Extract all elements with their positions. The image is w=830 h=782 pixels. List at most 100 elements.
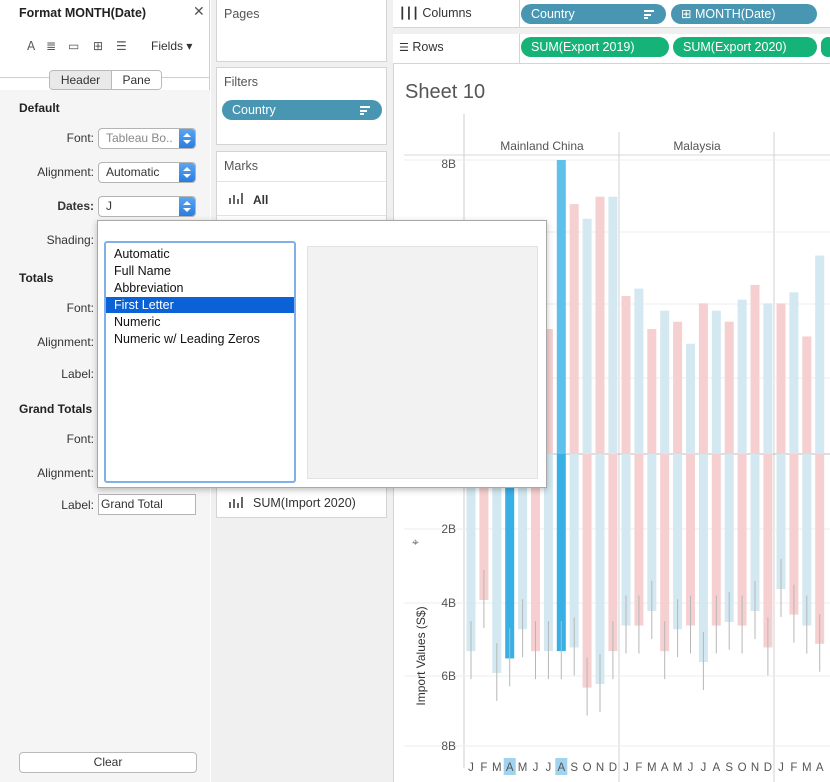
bar-upper[interactable]: [789, 292, 799, 454]
bar-upper[interactable]: [724, 321, 734, 454]
month-tick-label[interactable]: A: [557, 762, 565, 774]
month-tick-label[interactable]: S: [570, 762, 578, 774]
column-pill-country[interactable]: Country: [521, 4, 666, 24]
dates-dropdown[interactable]: J: [98, 196, 196, 217]
date-format-option[interactable]: Automatic: [106, 246, 294, 262]
month-tick-label[interactable]: N: [596, 762, 604, 774]
date-format-option[interactable]: Numeric: [106, 314, 294, 330]
date-format-option[interactable]: Abbreviation: [106, 280, 294, 296]
bar-upper[interactable]: [569, 204, 579, 454]
bar-upper[interactable]: [608, 196, 618, 454]
country-header[interactable]: Malaysia: [673, 139, 721, 153]
grand-font-label: Font:: [66, 432, 94, 446]
y-axis-label: Import Values (S$): [414, 606, 428, 705]
bar-upper[interactable]: [711, 310, 721, 454]
font-format-icon[interactable]: A: [27, 39, 35, 53]
bar-upper[interactable]: [634, 288, 644, 454]
fields-dropdown[interactable]: Fields ▾: [151, 39, 192, 53]
month-tick-label[interactable]: M: [518, 762, 528, 774]
bar-upper[interactable]: [556, 160, 566, 454]
default-font-dropdown[interactable]: Tableau Bo..: [98, 128, 196, 149]
row-pill-overflow[interactable]: [821, 37, 830, 57]
month-tick-label[interactable]: J: [546, 762, 552, 774]
bar-upper[interactable]: [737, 299, 747, 454]
month-tick-label[interactable]: A: [661, 762, 669, 774]
lines-format-icon[interactable]: ☰: [116, 39, 127, 53]
pin-icon[interactable]: ⌖: [412, 535, 419, 549]
month-tick-label[interactable]: A: [712, 762, 720, 774]
tab-header[interactable]: Header: [50, 71, 112, 89]
clear-button[interactable]: Clear: [19, 752, 197, 773]
shading-format-icon[interactable]: ▭: [68, 39, 79, 53]
bar-upper[interactable]: [673, 321, 683, 454]
columns-shelf-label: ┃┃┃ Columns: [399, 6, 472, 20]
bar-upper[interactable]: [815, 255, 825, 454]
month-tick-label[interactable]: J: [468, 762, 474, 774]
month-tick-label[interactable]: M: [673, 762, 683, 774]
month-tick-label[interactable]: J: [701, 762, 707, 774]
bar-upper[interactable]: [750, 284, 760, 454]
filters-card: Filters Country: [216, 67, 387, 145]
tick-label: 4B: [441, 596, 456, 610]
column-pill-month-date[interactable]: ⊞ MONTH(Date): [671, 4, 817, 24]
month-tick-label[interactable]: M: [492, 762, 502, 774]
bar-upper[interactable]: [582, 218, 592, 454]
month-tick-label[interactable]: O: [738, 762, 747, 774]
pages-title: Pages: [224, 7, 260, 21]
month-tick-label[interactable]: A: [816, 762, 824, 774]
month-tick-label[interactable]: M: [802, 762, 812, 774]
month-tick-label[interactable]: J: [623, 762, 629, 774]
chevron-updown-icon: [179, 163, 195, 182]
month-tick-label[interactable]: N: [751, 762, 759, 774]
bar-lower[interactable]: [582, 454, 592, 688]
month-tick-label[interactable]: F: [480, 762, 487, 774]
bar-upper[interactable]: [621, 295, 631, 454]
bar-upper[interactable]: [763, 303, 773, 454]
bar-upper[interactable]: [660, 310, 670, 454]
sort-icon: [360, 106, 370, 115]
month-tick-label[interactable]: O: [583, 762, 592, 774]
rows-label-text: Rows: [412, 40, 444, 54]
bar-upper[interactable]: [698, 303, 708, 454]
bar-lower[interactable]: [595, 454, 605, 684]
bar-upper[interactable]: [595, 196, 605, 454]
tab-pane[interactable]: Pane: [112, 71, 161, 89]
tick-label: 8B: [441, 739, 456, 753]
month-tick-label[interactable]: F: [635, 762, 642, 774]
bar-upper[interactable]: [686, 343, 695, 454]
month-tick-label[interactable]: D: [609, 762, 617, 774]
alignment-format-icon[interactable]: ≣: [46, 39, 56, 53]
row-pill-export-2020[interactable]: SUM(Export 2020): [673, 37, 817, 57]
tick-label: 8B: [441, 157, 456, 171]
filter-pill-country[interactable]: Country: [222, 100, 382, 120]
dates-label: Dates:: [57, 199, 94, 213]
filters-title: Filters: [224, 75, 259, 89]
date-format-option[interactable]: Full Name: [106, 263, 294, 279]
bar-upper[interactable]: [647, 329, 657, 454]
grand-total-label-input[interactable]: Grand Total: [98, 494, 196, 515]
country-header[interactable]: Mainland China: [500, 139, 584, 153]
date-format-list: Automatic Full Name Abbreviation First Lett…: [104, 241, 296, 483]
bar-upper[interactable]: [802, 336, 812, 454]
bar-upper[interactable]: [776, 303, 786, 454]
borders-format-icon[interactable]: ⊞: [93, 39, 103, 53]
header-pane-toggle: Header Pane: [49, 70, 162, 90]
month-tick-label[interactable]: D: [764, 762, 772, 774]
month-tick-label[interactable]: M: [647, 762, 657, 774]
default-alignment-dropdown[interactable]: Automatic: [98, 162, 196, 183]
date-format-option[interactable]: First Letter: [106, 297, 294, 313]
month-tick-label[interactable]: S: [725, 762, 733, 774]
row-pill-export-2019[interactable]: SUM(Export 2019): [521, 37, 669, 57]
month-tick-label[interactable]: J: [688, 762, 694, 774]
close-icon[interactable]: ✕: [193, 3, 205, 20]
tick-label: 6B: [441, 669, 456, 683]
marks-import-2020-tab[interactable]: SUM(Import 2020): [253, 496, 356, 510]
marks-title: Marks: [224, 159, 259, 173]
month-tick-label[interactable]: J: [533, 762, 539, 774]
date-format-option[interactable]: Numeric w/ Leading Zeros: [106, 331, 294, 347]
marks-all-tab[interactable]: All: [253, 193, 268, 207]
month-tick-label[interactable]: A: [506, 762, 514, 774]
bar-lower[interactable]: [698, 454, 708, 663]
month-tick-label[interactable]: J: [778, 762, 784, 774]
month-tick-label[interactable]: F: [790, 762, 797, 774]
